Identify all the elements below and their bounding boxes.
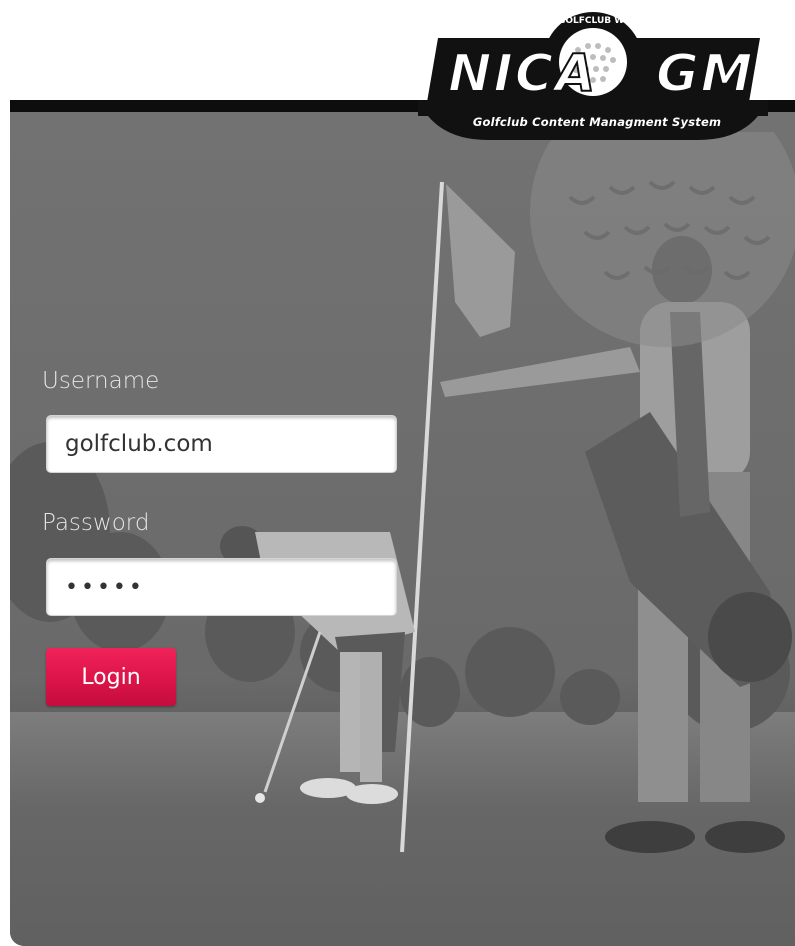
username-label: Username: [42, 368, 160, 394]
password-input[interactable]: •••••: [46, 558, 397, 616]
login-button[interactable]: Login: [46, 648, 176, 706]
golf-ball-watermark: [530, 132, 795, 347]
password-label: Password: [42, 510, 150, 536]
logo-arc-text: GOLFCLUB WEBMANAGER: [558, 16, 689, 26]
logo-word-nica: NICA: [447, 43, 598, 105]
logo-word-gm: GM: [655, 43, 755, 105]
username-input[interactable]: golfclub.com: [46, 415, 397, 473]
nica-gm-logo: NICA GM GOLFCLUB WEBMANAGER Golfclub Con…: [418, 8, 768, 143]
logo-tagline: Golfclub Content Managment System: [472, 115, 722, 129]
